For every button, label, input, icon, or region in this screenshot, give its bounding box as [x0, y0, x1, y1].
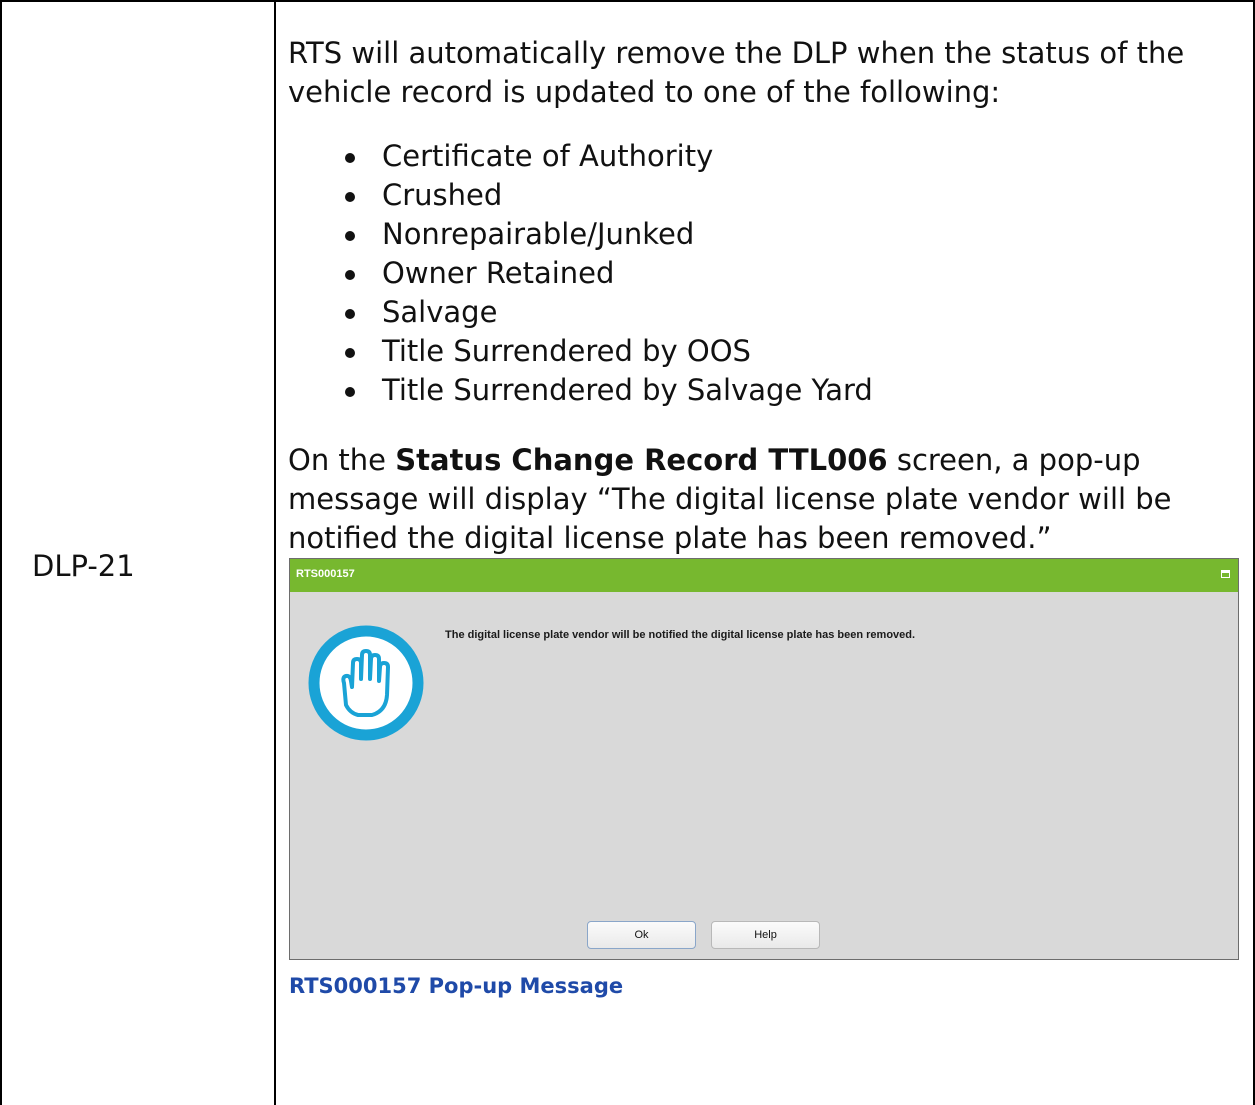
- table-column-divider: [274, 0, 276, 1105]
- list-item: Salvage: [288, 293, 1240, 332]
- screen-name: Status Change Record TTL006: [395, 443, 888, 477]
- bullet-icon: [345, 387, 355, 397]
- list-item: Title Surrendered by Salvage Yard: [288, 371, 1240, 410]
- dialog-titlebar: RTS000157: [290, 559, 1238, 592]
- list-item: Crushed: [288, 176, 1240, 215]
- bullet-icon: [345, 231, 355, 241]
- help-button[interactable]: Help: [711, 921, 820, 949]
- dialog-body: The digital license plate vendor will be…: [290, 593, 1238, 959]
- popup-dialog-screenshot: RTS000157 The digital license plate vend…: [289, 558, 1239, 960]
- maximize-icon[interactable]: [1221, 570, 1230, 578]
- bullet-icon: [345, 348, 355, 358]
- list-item: Nonrepairable/Junked: [288, 215, 1240, 254]
- row-id: DLP-21: [32, 549, 135, 583]
- popup-description: On the Status Change Record TTL006 scree…: [288, 443, 1172, 555]
- bullet-icon: [345, 270, 355, 280]
- list-item: Certificate of Authority: [288, 137, 1240, 176]
- status-list: Certificate of Authority Crushed Nonrepa…: [288, 137, 1240, 410]
- description-cell: RTS will automatically remove the DLP wh…: [288, 34, 1240, 558]
- table-top-border: [0, 0, 1255, 2]
- bullet-icon: [345, 309, 355, 319]
- figure-caption: RTS000157 Pop-up Message: [289, 974, 624, 998]
- table-left-border: [0, 0, 2, 1105]
- bullet-icon: [345, 153, 355, 163]
- intro-text: RTS will automatically remove the DLP wh…: [288, 36, 1185, 109]
- ok-button[interactable]: Ok: [587, 921, 696, 949]
- dialog-title: RTS000157: [296, 568, 355, 580]
- dialog-message: The digital license plate vendor will be…: [445, 629, 916, 641]
- hand-stop-icon: [308, 625, 424, 741]
- list-item: Owner Retained: [288, 254, 1240, 293]
- list-item: Title Surrendered by OOS: [288, 332, 1240, 371]
- bullet-icon: [345, 192, 355, 202]
